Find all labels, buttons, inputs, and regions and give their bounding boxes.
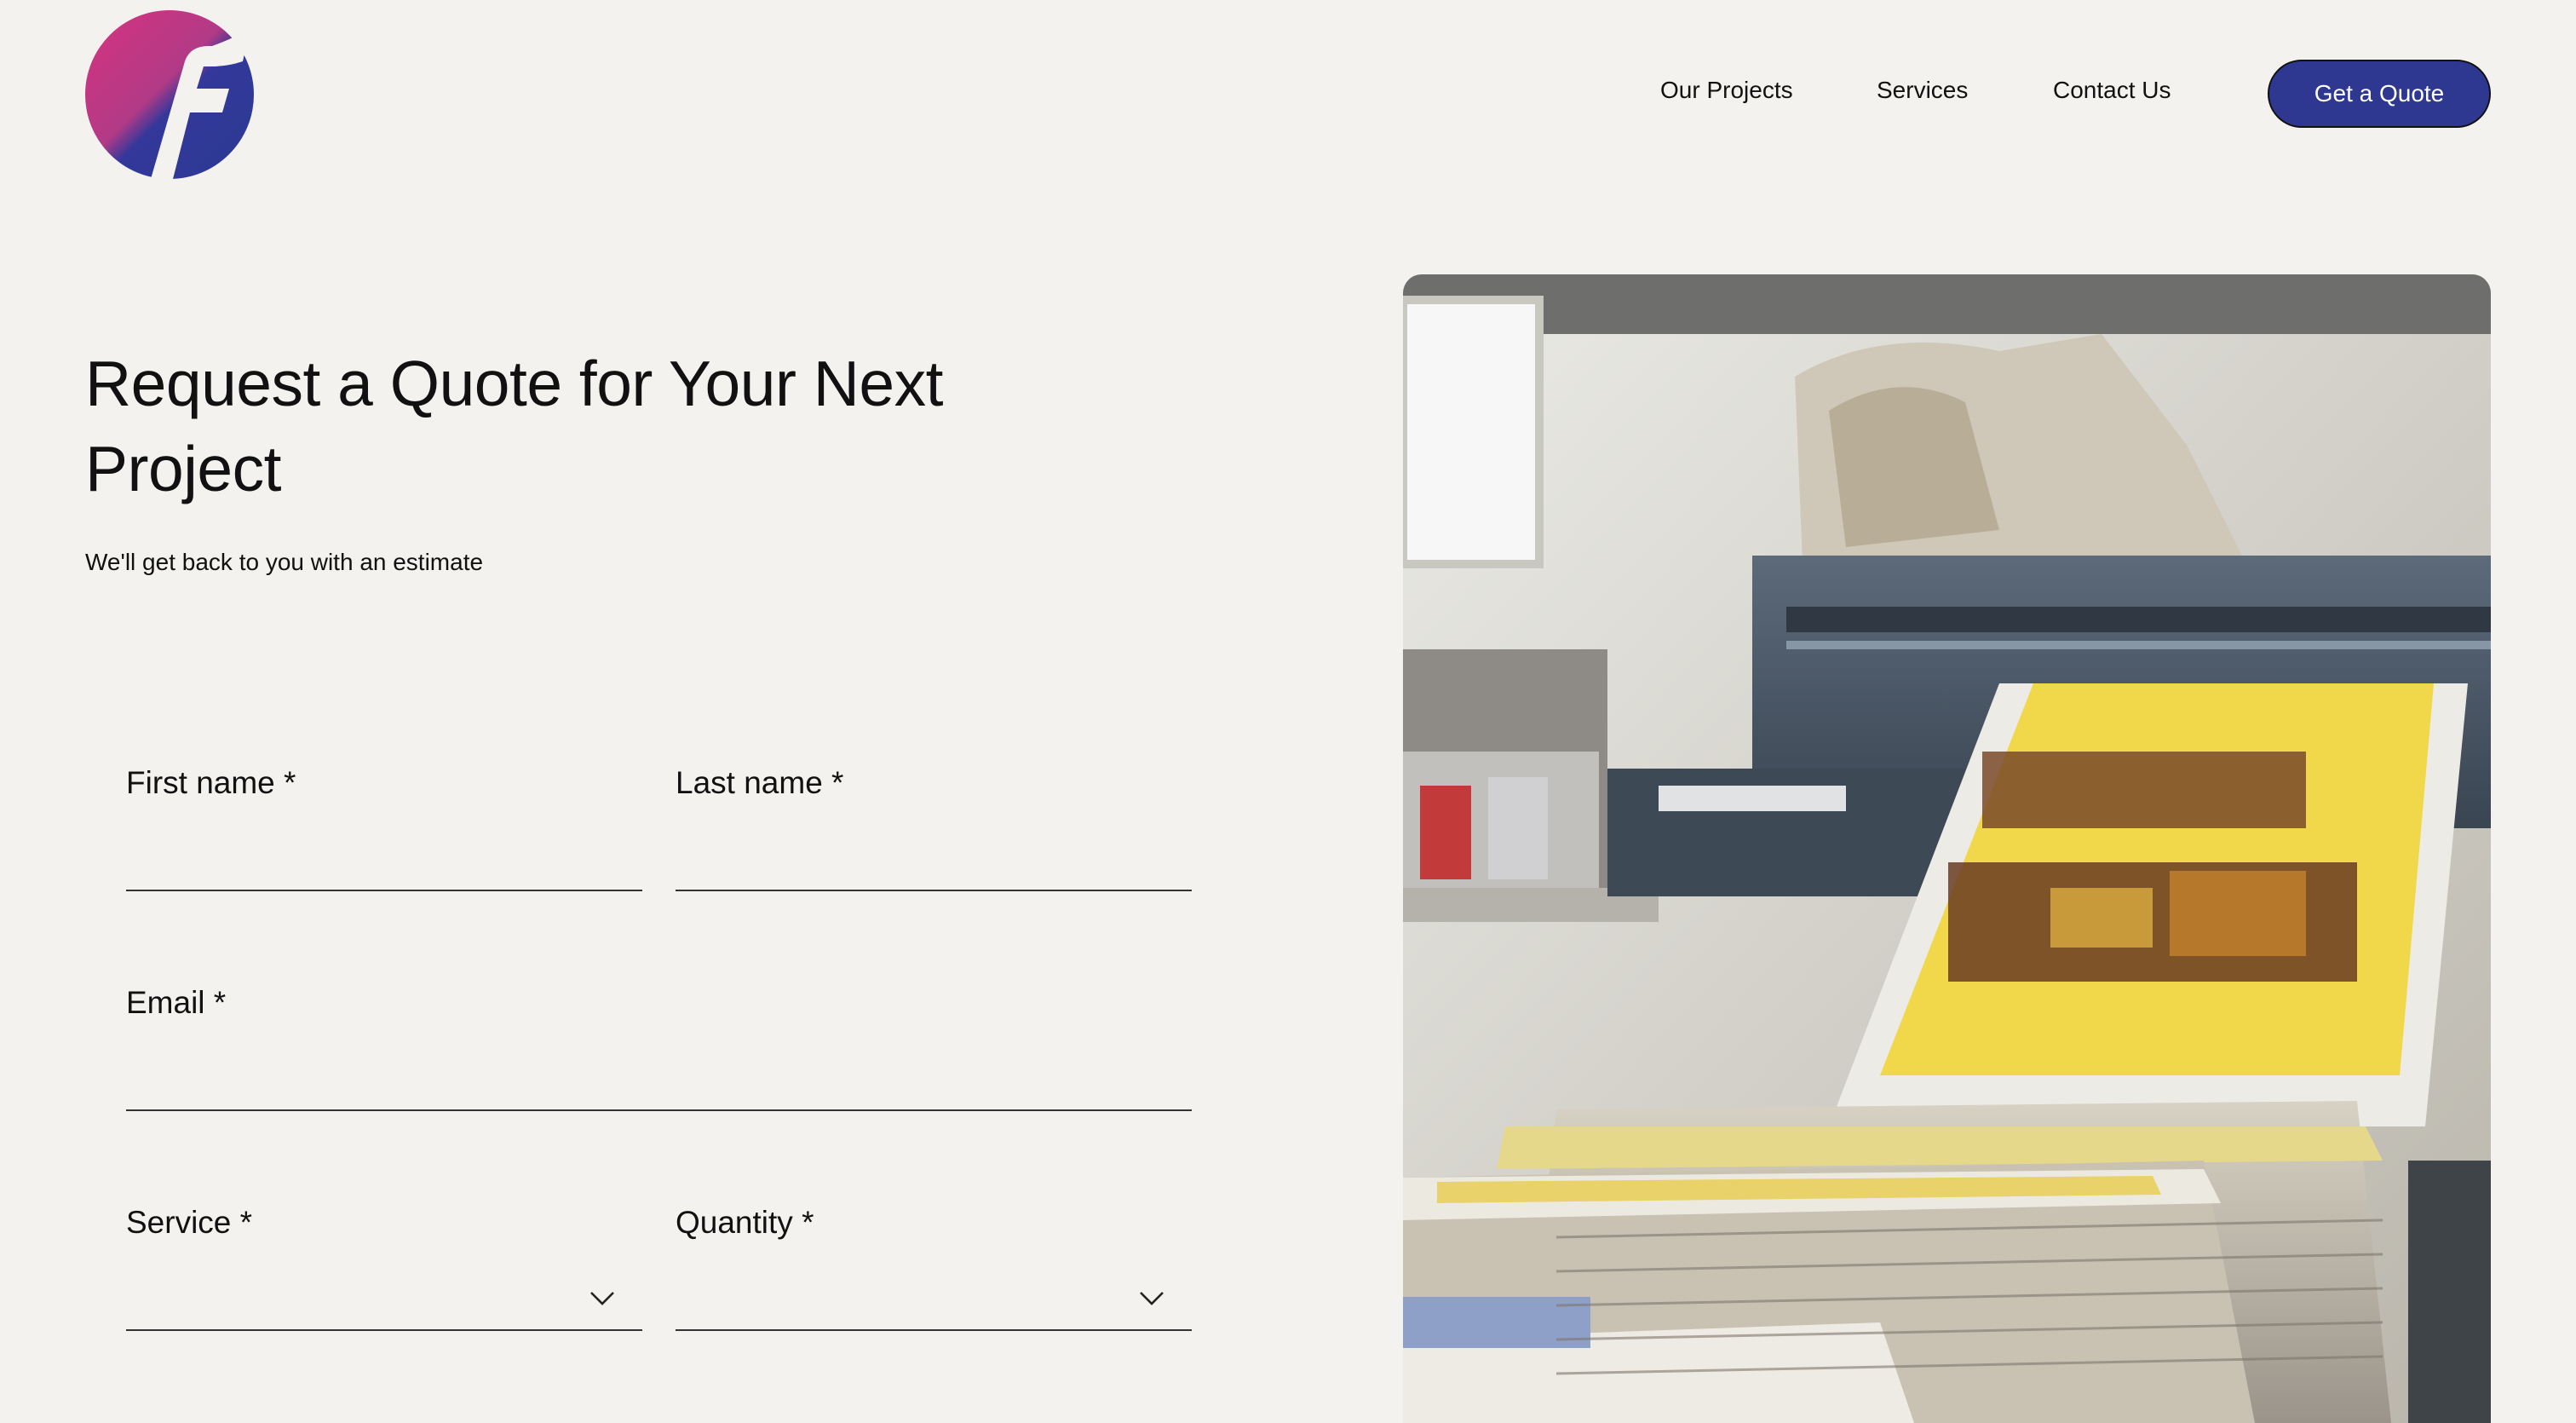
quote-page: Our Projects Services Contact Us Get a Q… xyxy=(0,0,2576,1423)
last-name-field: Last name * xyxy=(676,765,1192,891)
nav-our-projects[interactable]: Our Projects xyxy=(1660,77,1793,104)
service-select[interactable] xyxy=(126,1276,642,1328)
nav-services[interactable]: Services xyxy=(1877,77,1968,104)
printing-press-photo xyxy=(1403,274,2491,1423)
main-nav: Our Projects Services Contact Us Get a Q… xyxy=(0,60,2576,128)
last-name-label: Last name * xyxy=(676,765,844,800)
first-name-input[interactable] xyxy=(126,838,642,886)
quantity-label: Quantity * xyxy=(676,1205,814,1240)
last-name-input[interactable] xyxy=(676,838,1192,886)
service-label: Service * xyxy=(126,1205,253,1240)
quantity-field: Quantity * xyxy=(676,1205,1192,1331)
email-field: Email * xyxy=(126,985,1192,1111)
page-subtitle: We'll get back to you with an estimate xyxy=(85,549,484,575)
service-field: Service * xyxy=(126,1205,642,1331)
chevron-down-icon[interactable] xyxy=(1139,1290,1164,1307)
get-a-quote-button[interactable]: Get a Quote xyxy=(2268,60,2491,128)
quantity-underline xyxy=(676,1329,1192,1331)
email-input[interactable] xyxy=(126,1058,1192,1106)
first-name-underline xyxy=(126,890,642,891)
first-name-field: First name * xyxy=(126,765,642,891)
service-underline xyxy=(126,1329,642,1331)
nav-contact-us[interactable]: Contact Us xyxy=(2053,77,2171,104)
first-name-label: First name * xyxy=(126,765,296,800)
last-name-underline xyxy=(676,890,1192,891)
email-underline xyxy=(126,1109,1192,1111)
page-title: Request a Quote for Your Next Project xyxy=(85,348,943,504)
quantity-select[interactable] xyxy=(676,1276,1192,1328)
email-label: Email * xyxy=(126,985,227,1020)
chevron-down-icon[interactable] xyxy=(589,1290,615,1307)
